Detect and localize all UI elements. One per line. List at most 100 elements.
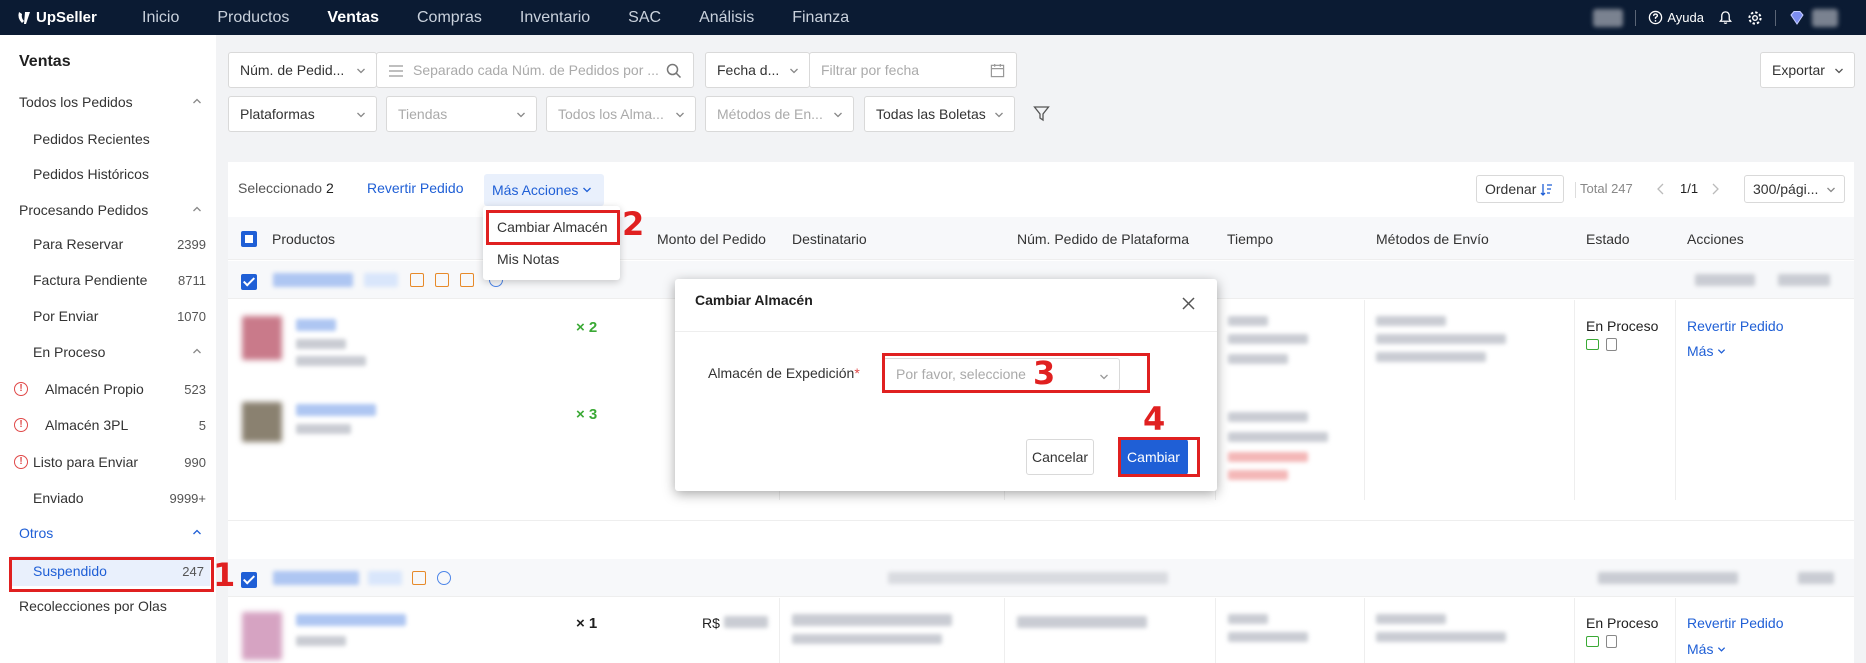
sidebar-item-todos-los-pedidos[interactable]: Todos los Pedidos — [0, 87, 216, 117]
chevron-up-icon — [193, 348, 201, 354]
search-icon[interactable] — [666, 63, 682, 79]
date-type-select[interactable]: Fecha d... — [705, 52, 810, 88]
product-thumbnail[interactable] — [242, 402, 282, 442]
chevron-right-icon[interactable] — [1710, 183, 1720, 195]
row-divider — [228, 520, 1854, 521]
sidebar-item-listo-para-enviar[interactable]: ! Listo para Enviar 990 — [0, 447, 216, 477]
product-thumbnail[interactable] — [242, 612, 282, 660]
nav-productos[interactable]: Productos — [217, 9, 289, 27]
sidebar-item-almacen-3pl[interactable]: ! Almacén 3PL 5 — [0, 410, 216, 440]
export-button[interactable]: Exportar — [1760, 52, 1855, 88]
shipping-methods-select[interactable]: Métodos de En... — [705, 96, 854, 132]
platforms-select[interactable]: Plataformas — [228, 96, 377, 132]
sidebar-item-para-reservar[interactable]: Para Reservar 2399 — [0, 229, 216, 259]
nav-finanza[interactable]: Finanza — [792, 9, 849, 27]
chevron-down-icon — [995, 112, 1003, 118]
order-status: En Proceso — [1586, 318, 1659, 334]
date-filter-placeholder: Filtrar por fecha — [821, 62, 920, 78]
nav-inicio[interactable]: Inicio — [142, 9, 179, 27]
tickets-select[interactable]: Todas las Boletas — [864, 96, 1015, 132]
note-icon[interactable] — [412, 571, 426, 585]
note-icon[interactable] — [435, 273, 449, 287]
stores-select[interactable]: Tiendas — [386, 96, 537, 132]
nav-sac[interactable]: SAC — [628, 9, 661, 27]
help-link[interactable]: Ayuda — [1648, 10, 1704, 25]
sidebar-item-procesando-pedidos[interactable]: Procesando Pedidos — [0, 195, 216, 225]
sidebar-item-en-proceso[interactable]: En Proceso — [0, 337, 216, 367]
revert-order-link[interactable]: Revertir Pedido — [1687, 615, 1784, 631]
order-checkbox[interactable] — [241, 572, 257, 588]
sort-button[interactable]: Ordenar — [1476, 175, 1564, 203]
help-icon — [1649, 10, 1663, 25]
sidebar-item-pedidos-historicos[interactable]: Pedidos Históricos — [0, 159, 216, 189]
sidebar-item-almacen-propio[interactable]: ! Almacén Propio 523 — [0, 374, 216, 404]
sidebar-item-label: Todos los Pedidos — [19, 94, 133, 110]
gear-icon[interactable] — [1747, 10, 1763, 26]
order-id-blurred[interactable] — [273, 273, 353, 287]
cancel-button[interactable]: Cancelar — [1026, 439, 1094, 475]
select-all-checkbox[interactable] — [241, 231, 257, 247]
bookmark-icon[interactable] — [460, 273, 474, 287]
shipping-blurred — [1376, 316, 1446, 326]
filter-icon[interactable] — [1033, 105, 1050, 122]
close-icon[interactable] — [1182, 297, 1195, 310]
message-icon[interactable] — [410, 273, 424, 287]
nav-ventas[interactable]: Ventas — [327, 9, 379, 27]
sidebar-item-label: Recolecciones por Olas — [19, 598, 167, 614]
sidebar-item-factura-pendiente[interactable]: Factura Pendiente 8711 — [0, 265, 216, 295]
order-group-row — [228, 559, 1854, 597]
order-meta-blurred — [1695, 274, 1755, 286]
sidebar-item-otros[interactable]: Otros — [0, 518, 216, 548]
deadline-blurred — [1228, 470, 1288, 480]
chevron-left-icon[interactable] — [1656, 183, 1666, 195]
revert-order-button[interactable]: Revertir Pedido — [367, 180, 464, 196]
product-sku-blurred — [296, 424, 351, 434]
order-meta-blurred — [1778, 274, 1830, 286]
order-id-blurred[interactable] — [273, 571, 359, 585]
product-name-blurred[interactable] — [296, 614, 406, 626]
chevron-up-icon — [193, 206, 201, 212]
more-actions-link[interactable]: Más — [1687, 641, 1726, 657]
bell-icon[interactable] — [1718, 10, 1733, 25]
sidebar-item-por-enviar[interactable]: Por Enviar 1070 — [0, 301, 216, 331]
user-avatar-blurred[interactable] — [1812, 8, 1838, 27]
chevron-up-icon — [193, 98, 201, 104]
product-variant-blurred — [296, 356, 366, 366]
tickets-value: Todas las Boletas — [876, 106, 986, 122]
nav-analisis[interactable]: Análisis — [699, 9, 754, 27]
sidebar-item-recolecciones-por-olas[interactable]: Recolecciones por Olas — [0, 591, 216, 621]
warehouses-placeholder: Todos los Alma... — [558, 106, 664, 122]
chevron-down-icon — [1827, 187, 1835, 193]
nav-inventario[interactable]: Inventario — [520, 9, 590, 27]
more-actions-button[interactable]: Más Acciones — [484, 174, 604, 206]
product-name-blurred[interactable] — [296, 319, 336, 331]
clipboard-icon[interactable] — [1606, 338, 1617, 351]
sidebar-item-pedidos-recientes[interactable]: Pedidos Recientes — [0, 124, 216, 154]
warehouse-field-label: Almacén de Expedición* — [708, 365, 860, 381]
order-checkbox[interactable] — [241, 274, 257, 290]
sidebar-item-enviado[interactable]: Enviado 9999+ — [0, 483, 216, 513]
order-number-type-select[interactable]: Núm. de Pedid... — [228, 52, 377, 88]
more-label: Más — [1687, 641, 1714, 657]
menu-item-mis-notas[interactable]: Mis Notas — [497, 251, 559, 267]
sidebar-item-label: Listo para Enviar — [33, 454, 139, 470]
annotation-number-2: 2 — [622, 205, 645, 243]
info-icon[interactable] — [437, 571, 451, 585]
diamond-icon[interactable] — [1788, 10, 1806, 26]
platforms-value: Plataformas — [240, 106, 315, 122]
sidebar-item-label: En Proceso — [33, 344, 106, 360]
warehouses-select[interactable]: Todos los Alma... — [546, 96, 696, 132]
page-size-select[interactable]: 300/pági... — [1744, 175, 1845, 203]
product-thumbnail[interactable] — [242, 316, 282, 360]
product-name-blurred[interactable] — [296, 404, 376, 416]
account-name-blurred[interactable] — [1593, 8, 1624, 27]
more-actions-link[interactable]: Más — [1687, 343, 1726, 359]
clipboard-icon[interactable] — [1606, 635, 1617, 648]
order-search-input[interactable]: Separado cada Núm. de Pedidos por ... — [376, 52, 694, 88]
sidebar-item-count: 9999+ — [169, 490, 206, 506]
date-filter-input[interactable]: Filtrar por fecha — [809, 52, 1017, 88]
page-size-value: 300/pági... — [1753, 181, 1819, 197]
revert-order-link[interactable]: Revertir Pedido — [1687, 318, 1784, 334]
nav-compras[interactable]: Compras — [417, 9, 482, 27]
upseller-logo[interactable]: UpSeller — [16, 9, 126, 26]
